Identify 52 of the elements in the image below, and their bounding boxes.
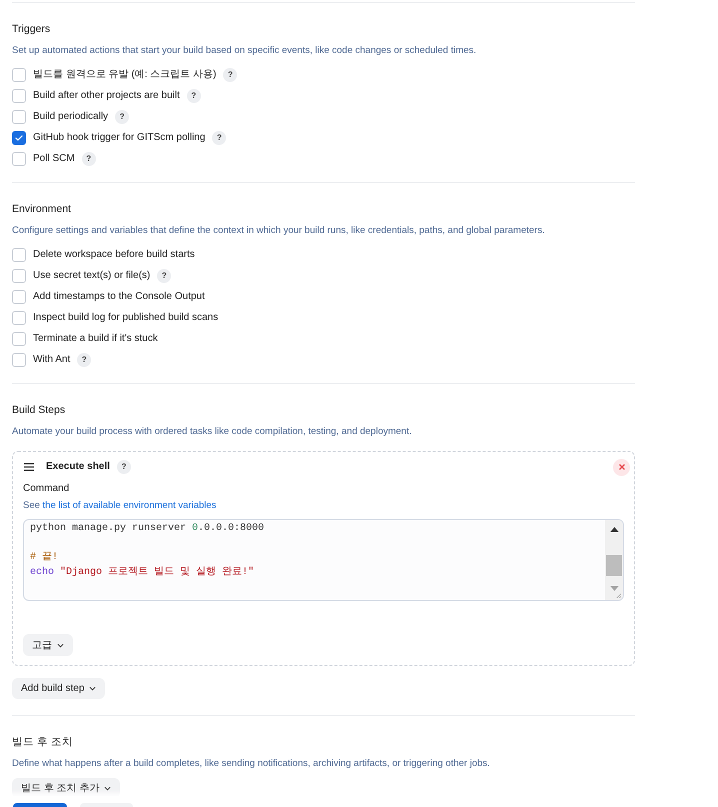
primary-button[interactable]: [13, 803, 67, 807]
option-label[interactable]: Delete workspace before build starts: [33, 248, 195, 262]
help-button[interactable]: ?: [157, 268, 172, 282]
option-label[interactable]: Build after other projects are built: [33, 88, 180, 102]
option-label[interactable]: Poll SCM: [33, 152, 75, 166]
option-label[interactable]: 빌드를 원격으로 유발 (예: 스크립트 사용): [33, 68, 216, 82]
advanced-button[interactable]: 고급: [23, 634, 73, 656]
section-title: Build Steps: [12, 403, 66, 418]
option-label[interactable]: With Ant: [33, 352, 70, 366]
chevron-down-icon: [57, 642, 64, 648]
help-button[interactable]: ?: [116, 460, 131, 474]
section-description: Set up automated actions that start your build based on specific events, like code changes or scheduled times.: [12, 44, 476, 58]
chevron-down-icon: [89, 686, 96, 691]
checkmark-icon: [15, 134, 23, 140]
code-line: python manage.py runserver 0.0.0.0:8000: [30, 522, 264, 536]
env-variables-link[interactable]: the list of available environment variables: [42, 500, 216, 511]
code-line: # 끝!: [30, 551, 58, 565]
command-field[interactable]: python manage.py runserver 0.0.0.0:8000 # 끝! echo "Django 프로젝트 빌드 및 실행 완료!": [23, 519, 624, 601]
option-label[interactable]: Use secret text(s) or file(s): [33, 268, 150, 282]
section-description: Configure settings and variables that define the context in which your build runs, like credentials, paths, and global parameters.: [12, 224, 545, 238]
section-description: Automate your build process with ordered tasks like code compilation, testing, and deployment.: [12, 425, 412, 439]
close-icon: [618, 464, 624, 470]
option-label[interactable]: Terminate a build if it's stuck: [33, 332, 158, 346]
scroll-down-icon[interactable]: [610, 586, 618, 591]
option-label[interactable]: Inspect build log for published build scans: [33, 310, 218, 324]
scrollbar-thumb[interactable]: [606, 555, 622, 576]
section-title: 빌드 후 조치: [12, 735, 73, 750]
add-post-build-action-button[interactable]: 빌드 후 조치 추가: [12, 778, 120, 798]
option-label[interactable]: Build periodically: [33, 110, 108, 124]
help-button[interactable]: ?: [223, 68, 238, 82]
scrollbar[interactable]: [605, 520, 623, 600]
scroll-up-icon[interactable]: [610, 527, 618, 532]
step-title: Execute shell: [46, 460, 110, 474]
resize-grip-icon[interactable]: [616, 593, 621, 598]
option-label[interactable]: Add timestamps to the Console Output: [33, 290, 205, 304]
chevron-down-icon: [104, 786, 112, 790]
option-label[interactable]: GitHub hook trigger for GITScm polling: [33, 130, 206, 144]
help-button[interactable]: ?: [82, 152, 96, 166]
hamburger-icon[interactable]: [24, 463, 34, 471]
section-title: Environment: [12, 202, 71, 217]
help-button[interactable]: ?: [186, 88, 201, 102]
remove-button[interactable]: [613, 458, 630, 476]
help-button[interactable]: ?: [115, 110, 130, 124]
field-label: Command: [23, 482, 70, 496]
help-button[interactable]: ?: [77, 352, 92, 366]
checkbox[interactable]: [12, 130, 26, 144]
section-description: Define what happens after a build completes, like sending notifications, archiving artifacts, or triggering other jobs.: [12, 757, 490, 771]
code-line: echo "Django 프로젝트 빌드 및 실행 완료!": [30, 566, 254, 580]
add-build-step-button[interactable]: Add build step: [12, 678, 106, 699]
section-title: Triggers: [12, 22, 50, 37]
hint-text: See the list of available environment variables: [23, 499, 216, 513]
help-button[interactable]: ?: [212, 130, 226, 144]
